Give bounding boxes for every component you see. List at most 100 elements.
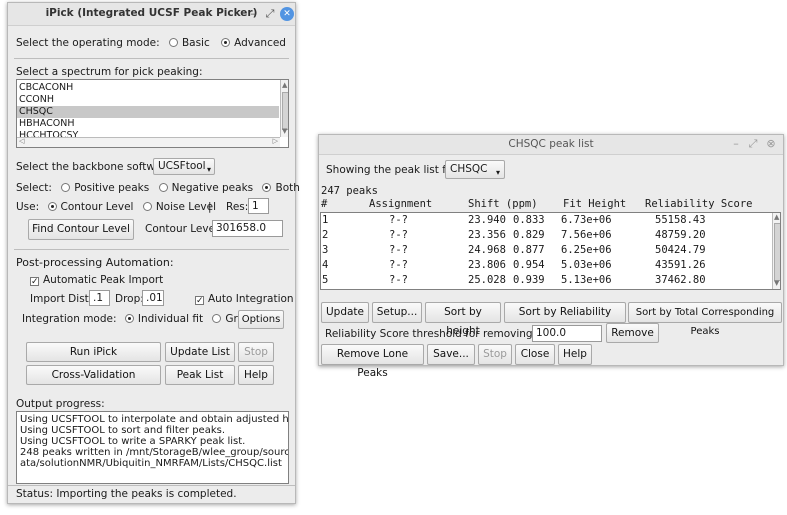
sort-by-total-peaks-button[interactable]: Sort by Total Corresponding Peaks: [628, 302, 782, 337]
spectrum-hscrollbar[interactable]: ◁ ▷: [17, 137, 280, 147]
remove-lone-peaks-button[interactable]: Remove Lone Peaks: [321, 344, 424, 379]
sort-by-height-button[interactable]: Sort by height: [425, 302, 501, 337]
import-dist-label: Import Dist.:: [30, 293, 96, 305]
res-input[interactable]: 1: [248, 198, 269, 214]
peak-table[interactable]: 1 ?-? 23.940 0.833 6.73e+06 55158.43 2 ?-? 23.35…: [320, 212, 781, 290]
close-button[interactable]: Close: [515, 344, 555, 365]
stop-button[interactable]: Stop: [478, 344, 512, 365]
chevron-down-icon: ▾: [495, 168, 500, 177]
peak-count: 247 peaks: [321, 185, 378, 197]
save-button[interactable]: Save...: [427, 344, 475, 365]
column-header: Assignment: [369, 198, 433, 210]
remove-button[interactable]: Remove: [606, 323, 659, 343]
individual-fit-radio[interactable]: Individual fit: [124, 313, 203, 325]
auto-import-checkbox[interactable]: ✓ Automatic Peak Import: [30, 274, 163, 287]
table-row[interactable]: 4 ?-? 23.806 0.954 5.03e+06 43591.26: [321, 258, 771, 273]
table-row[interactable]: 2 ?-? 23.356 0.829 7.56e+06 48759.20: [321, 228, 771, 243]
table-cell: 55158.43: [655, 214, 706, 226]
ipick-titlebar[interactable]: iPick (Integrated UCSF Peak Picker) – ⤢ …: [8, 3, 295, 26]
threshold-input[interactable]: 100.0: [532, 325, 602, 342]
minimize-icon[interactable]: –: [729, 137, 743, 151]
run-ipick-button[interactable]: Run iPick: [26, 342, 161, 362]
table-cell: ?-?: [389, 214, 408, 226]
table-cell: 0.829: [513, 229, 545, 241]
table-cell: 0.833: [513, 214, 545, 226]
close-icon[interactable]: ✕: [280, 7, 294, 21]
setup-button[interactable]: Setup...: [372, 302, 422, 323]
list-item[interactable]: CHSQC: [17, 106, 279, 118]
peaklist-title: CHSQC peak list: [508, 138, 594, 150]
drop-input[interactable]: .01: [142, 290, 164, 306]
table-cell: 43591.26: [655, 259, 706, 271]
table-cell: 6.73e+06: [561, 214, 612, 226]
mode-advanced-radio[interactable]: Advanced: [221, 37, 286, 49]
cross-validation-button[interactable]: Cross-Validation: [26, 365, 161, 385]
res-label: Res:: [226, 201, 249, 213]
select-row: Select: Positive peaks Negative peaks Bo…: [16, 182, 300, 194]
showing-label: Showing the peak list for:: [326, 164, 461, 176]
sort-by-reliability-button[interactable]: Sort by Reliability Score: [504, 302, 626, 337]
divider: [8, 485, 295, 486]
find-contour-button[interactable]: Find Contour Level: [28, 219, 134, 240]
negative-peaks-radio[interactable]: Negative peaks: [158, 182, 253, 194]
output-log[interactable]: Using UCSFTOOL to interpolate and obtain…: [16, 411, 289, 484]
peaklist-spectrum-dropdown[interactable]: CHSQC ▾: [445, 160, 505, 179]
peak-table-scrollbar[interactable]: ▲ ▼: [772, 213, 780, 289]
peak-list-button[interactable]: Peak List: [165, 365, 235, 385]
maximize-icon[interactable]: ⤢: [263, 7, 277, 21]
table-cell: ?-?: [389, 229, 408, 241]
table-cell: 7.56e+06: [561, 229, 612, 241]
table-header: # Assignment Shift (ppm) Fit Height Reli…: [321, 198, 771, 210]
help-button[interactable]: Help: [558, 344, 592, 365]
table-cell: 0.939: [513, 274, 545, 286]
help-button[interactable]: Help: [238, 365, 274, 385]
status-text: Status: Importing the peaks is completed…: [16, 488, 237, 500]
mode-basic-radio[interactable]: Basic: [168, 37, 210, 49]
backbone-dropdown[interactable]: UCSFtool ▾: [153, 158, 215, 175]
table-cell: 23.940: [468, 214, 506, 226]
peaklist-titlebar[interactable]: CHSQC peak list – ⤢ ⊗: [319, 135, 783, 155]
table-cell: 1: [322, 214, 329, 226]
drop-label: Drop:: [115, 293, 144, 305]
both-radio[interactable]: Both: [262, 182, 300, 194]
table-cell: 24.968: [468, 244, 506, 256]
table-cell: 2: [322, 229, 329, 241]
contour-level-radio[interactable]: Contour Level: [47, 201, 133, 213]
divider: [14, 58, 289, 59]
table-row[interactable]: 3 ?-? 24.968 0.877 6.25e+06 50424.79: [321, 243, 771, 258]
table-cell: 37462.80: [655, 274, 706, 286]
options-button[interactable]: Options: [238, 310, 284, 329]
stop-button[interactable]: Stop: [238, 342, 274, 362]
output-line: Using UCSFTOOL to interpolate and obtain…: [20, 414, 289, 425]
output-label: Output progress:: [16, 398, 105, 410]
update-button[interactable]: Update: [321, 302, 369, 323]
positive-peaks-radio[interactable]: Positive peaks: [61, 182, 149, 194]
table-cell: 5.13e+06: [561, 274, 612, 286]
column-header: Fit Height: [563, 198, 627, 210]
noise-level-radio[interactable]: Noise Level: [142, 201, 216, 213]
spectrum-list[interactable]: CBCACONH CCONH CHSQC HBHACONH HCCHTOCSY ▲ ▼ …: [16, 79, 289, 148]
peaklist-window: CHSQC peak list – ⤢ ⊗ Showing the peak l…: [318, 134, 784, 379]
spectrum-scrollbar[interactable]: ▲ ▼: [280, 80, 288, 137]
output-line: Using UCSFTOOL to sort and filter peaks.: [20, 425, 225, 436]
output-line: Using UCSFTOOL to write a SPARKY peak li…: [20, 436, 246, 447]
column-header: Reliability Score: [645, 198, 753, 210]
minimize-icon[interactable]: –: [246, 7, 260, 21]
close-icon[interactable]: ⊗: [764, 137, 778, 151]
ipick-window: iPick (Integrated UCSF Peak Picker) – ⤢ …: [7, 2, 300, 504]
auto-integration-checkbox[interactable]: ✓ Auto Integration: [195, 293, 294, 306]
maximize-icon[interactable]: ⤢: [746, 137, 760, 151]
list-item[interactable]: HBHACONH: [17, 118, 279, 130]
table-cell: 0.877: [513, 244, 545, 256]
mode-row: Select the operating mode: Basic Advance…: [16, 37, 286, 49]
table-cell: 6.25e+06: [561, 244, 612, 256]
scrollbar-thumb[interactable]: [774, 223, 780, 281]
table-row[interactable]: 5 ?-? 25.028 0.939 5.13e+06 37462.80: [321, 273, 771, 288]
import-dist-input[interactable]: .1: [89, 290, 110, 306]
scrollbar-thumb[interactable]: [282, 92, 288, 130]
update-list-button[interactable]: Update List: [165, 342, 235, 362]
contour-level-input[interactable]: 301658.0: [212, 220, 283, 237]
table-row[interactable]: 1 ?-? 23.940 0.833 6.73e+06 55158.43: [321, 213, 771, 228]
list-item[interactable]: CCONH: [17, 94, 279, 106]
list-item[interactable]: CBCACONH: [17, 82, 279, 94]
